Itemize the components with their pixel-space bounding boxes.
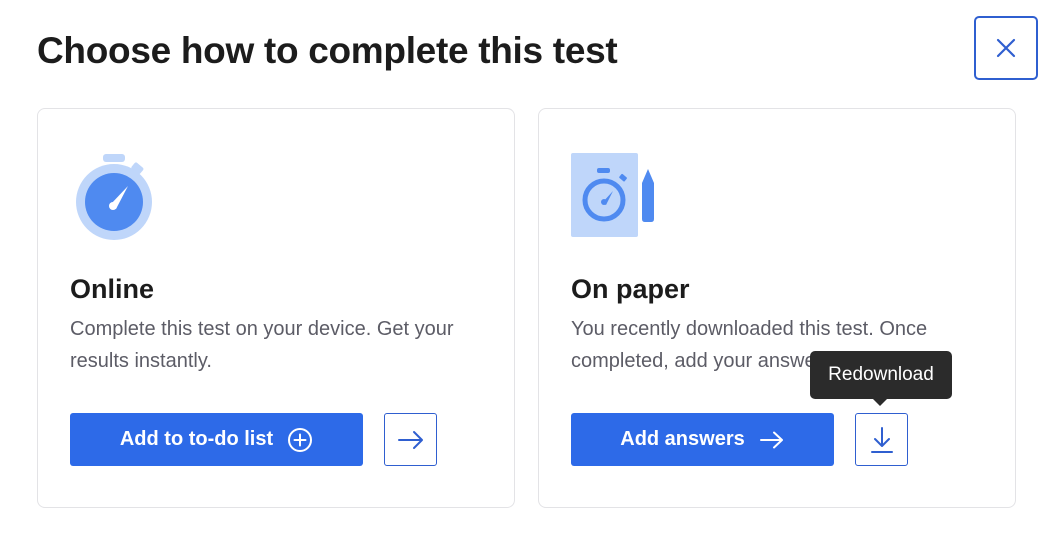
paper-option-card: On paper You recently downloaded this te… [538, 108, 1016, 508]
close-button[interactable] [974, 16, 1038, 80]
online-option-card: Online Complete this test on your device… [37, 108, 515, 508]
redownload-button[interactable] [855, 413, 908, 466]
tooltip-label: Redownload [828, 364, 934, 385]
tooltip-arrow [873, 399, 887, 406]
add-to-todo-label: Add to to-do list [119, 428, 274, 450]
add-answers-label: Add answers [620, 428, 745, 450]
close-icon [996, 38, 1016, 58]
dialog-title: Choose how to complete this test [37, 30, 618, 71]
arrow-right-icon [759, 431, 783, 448]
add-answers-button[interactable]: Add answers [571, 413, 834, 466]
paper-title: On paper [571, 274, 690, 304]
redownload-tooltip: Redownload [810, 351, 952, 399]
online-description: Complete this test on your device. Get y… [70, 318, 454, 372]
arrow-right-icon [397, 430, 423, 449]
start-online-button[interactable] [384, 413, 437, 466]
download-icon [870, 426, 893, 453]
online-title: Online [70, 274, 155, 304]
stopwatch-icon [76, 154, 152, 240]
stopwatch-pencil-icon [571, 153, 654, 237]
add-to-todo-button[interactable]: Add to to-do list [70, 413, 363, 466]
plus-circle-icon [288, 427, 313, 452]
